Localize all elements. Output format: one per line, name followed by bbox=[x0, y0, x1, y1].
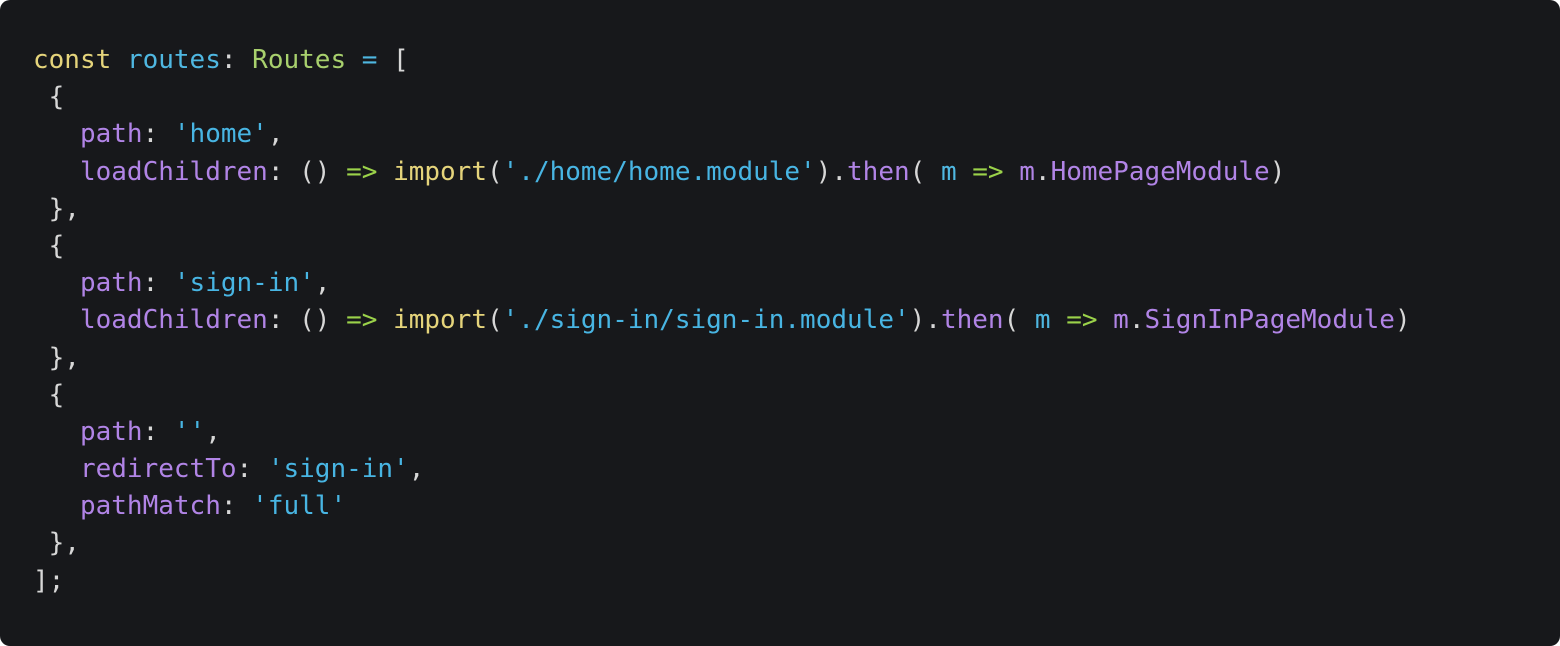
code-line: path: 'sign-in', bbox=[33, 265, 1411, 302]
code-token-punctuation: ). bbox=[909, 305, 941, 336]
code-token-default bbox=[346, 45, 362, 75]
code-token-property: path bbox=[79, 416, 143, 447]
code-token-type: Routes bbox=[252, 45, 347, 75]
code-token-punctuation: , bbox=[408, 454, 425, 485]
code-line: }, bbox=[33, 340, 1411, 377]
code-line: loadChildren: () => import('./home/home.… bbox=[33, 154, 1411, 191]
code-token-variable: m bbox=[940, 156, 957, 187]
code-token-operator: => bbox=[972, 156, 1004, 187]
code-token-punctuation: , bbox=[314, 268, 331, 299]
code-token-default bbox=[377, 305, 393, 335]
code-token-default bbox=[111, 45, 127, 75]
code-token-default bbox=[33, 268, 80, 298]
code-block: const routes: Routes = [ { path: 'home',… bbox=[0, 0, 1560, 646]
code-token-punctuation: : bbox=[220, 491, 253, 522]
code-token-property: HomePageModule bbox=[1050, 156, 1270, 187]
code-token-punctuation: ( bbox=[909, 156, 941, 187]
code-token-punctuation: }, bbox=[33, 528, 80, 559]
code-line: pathMatch: 'full' bbox=[33, 488, 1411, 525]
code-token-punctuation: ]; bbox=[33, 565, 65, 596]
code-token-punctuation: , bbox=[205, 416, 221, 447]
code-token-default bbox=[33, 454, 80, 484]
code-token-keyword: import bbox=[393, 156, 487, 187]
code-token-operator: => bbox=[346, 156, 378, 187]
code-token-variable: routes bbox=[126, 45, 221, 75]
code-token-default bbox=[33, 417, 80, 447]
code-line: { bbox=[33, 79, 1411, 116]
code-token-property: loadChildren bbox=[79, 305, 268, 336]
code-line: path: '', bbox=[33, 414, 1411, 451]
code-token-punctuation: : bbox=[142, 268, 174, 299]
code-token-default bbox=[33, 119, 80, 149]
code-token-operator: => bbox=[346, 305, 378, 336]
code-token-default bbox=[1051, 305, 1067, 335]
code-token-string: 'home' bbox=[173, 119, 268, 150]
code-token-property: then bbox=[940, 305, 1004, 336]
code-token-keyword: const bbox=[33, 45, 112, 75]
code-token-string: '' bbox=[173, 416, 206, 447]
code-token-operator: => bbox=[1066, 305, 1098, 336]
code-token-property: loadChildren bbox=[79, 156, 268, 187]
code-token-default bbox=[33, 491, 80, 521]
code-token-punctuation: ) bbox=[1269, 156, 1286, 187]
code-token-punctuation: ( bbox=[1003, 305, 1035, 336]
code-token-property: m bbox=[1113, 305, 1129, 336]
code-token-variable: m bbox=[1034, 305, 1051, 336]
code-token-default bbox=[33, 305, 80, 335]
code-line: const routes: Routes = [ bbox=[33, 42, 1411, 79]
code-line: path: 'home', bbox=[33, 116, 1411, 153]
code-token-punctuation: }, bbox=[33, 193, 80, 224]
code-token-punctuation: { bbox=[33, 230, 65, 261]
code-token-punctuation: { bbox=[33, 82, 65, 113]
code-token-string: 'sign-in' bbox=[173, 268, 315, 299]
code-token-default bbox=[33, 157, 80, 187]
code-line: }, bbox=[33, 191, 1411, 228]
code-token-string: 'sign-in' bbox=[267, 454, 409, 485]
code-line: }, bbox=[33, 525, 1411, 562]
code-line: { bbox=[33, 377, 1411, 414]
code-token-punctuation: . bbox=[1034, 156, 1051, 187]
code-token-property: path bbox=[79, 119, 143, 150]
code-token-punctuation: }, bbox=[33, 342, 80, 373]
code-token-property: redirectTo bbox=[79, 454, 237, 485]
code-lines[interactable]: const routes: Routes = [ { path: 'home',… bbox=[33, 42, 1411, 600]
code-token-default bbox=[1098, 305, 1114, 335]
code-token-punctuation: . bbox=[1128, 305, 1145, 336]
code-token-punctuation: ( bbox=[486, 305, 503, 336]
code-token-punctuation: : bbox=[142, 119, 174, 150]
code-token-variable: = bbox=[361, 45, 378, 75]
code-token-punctuation: : () bbox=[267, 156, 347, 187]
code-token-property: SignInPageModule bbox=[1144, 305, 1395, 336]
code-token-default bbox=[377, 157, 393, 187]
code-token-default bbox=[957, 157, 973, 187]
code-token-punctuation: ( bbox=[486, 156, 503, 187]
code-token-string: 'full' bbox=[252, 491, 347, 522]
code-line: loadChildren: () => import('./sign-in/si… bbox=[33, 302, 1411, 339]
code-token-default bbox=[1004, 157, 1020, 187]
code-token-punctuation: ). bbox=[815, 156, 848, 187]
code-token-punctuation: : bbox=[142, 416, 174, 447]
code-token-string: './sign-in/sign-in.module' bbox=[502, 305, 910, 336]
code-token-punctuation: , bbox=[267, 119, 284, 150]
code-line: ]; bbox=[33, 563, 1411, 600]
code-token-property: path bbox=[79, 268, 143, 299]
code-token-property: pathMatch bbox=[79, 491, 221, 522]
code-token-punctuation: ) bbox=[1394, 305, 1411, 336]
code-token-punctuation: [ bbox=[377, 45, 409, 75]
code-token-property: m bbox=[1019, 156, 1035, 187]
code-token-punctuation: : () bbox=[267, 305, 347, 336]
code-line: { bbox=[33, 228, 1411, 265]
code-token-punctuation: { bbox=[33, 379, 65, 410]
code-token-property: then bbox=[847, 156, 910, 187]
code-line: redirectTo: 'sign-in', bbox=[33, 451, 1411, 488]
code-token-punctuation: : bbox=[220, 45, 253, 75]
code-token-keyword: import bbox=[393, 305, 487, 336]
code-token-punctuation: : bbox=[236, 454, 268, 485]
code-token-string: './home/home.module' bbox=[502, 156, 816, 187]
